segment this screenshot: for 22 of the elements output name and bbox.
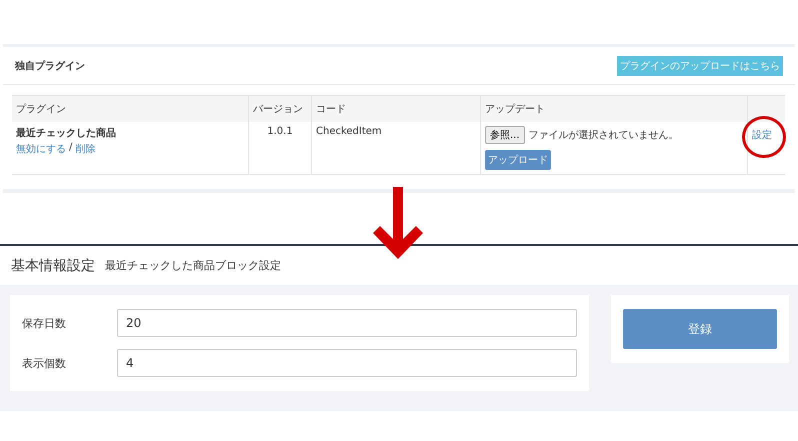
field-label: 表示個数 — [22, 356, 67, 370]
page-subtitle: 最近チェックした商品ブロック設定 — [105, 258, 281, 273]
column-header: プラグイン — [12, 96, 248, 122]
column-header: バージョン — [248, 96, 312, 122]
register-button[interactable]: 登録 — [623, 309, 777, 349]
delete-link[interactable]: 削除 — [75, 142, 96, 156]
page-title: 基本情報設定 — [11, 256, 95, 274]
input-field[interactable]: 20 — [117, 309, 577, 337]
file-status: ファイルが選択されていません。 — [528, 129, 679, 142]
browse-button[interactable]: 参照... — [485, 126, 525, 144]
column-header: コード — [312, 96, 480, 122]
table-cell: 1.0.1 — [248, 122, 312, 174]
separator: / — [69, 142, 72, 155]
upload-button[interactable]: アップロード — [485, 150, 551, 170]
plugin-name: 最近チェックした商品 — [16, 126, 117, 140]
panel-title: 独自プラグイン — [15, 59, 85, 72]
table-cell: CheckedItem — [312, 122, 480, 174]
field-label: 保存日数 — [22, 316, 67, 330]
input-field[interactable]: 4 — [117, 349, 577, 377]
settings-link[interactable]: 設定 — [752, 130, 772, 141]
column-header: アップデート — [480, 96, 748, 122]
disable-link[interactable]: 無効にする — [16, 142, 66, 156]
